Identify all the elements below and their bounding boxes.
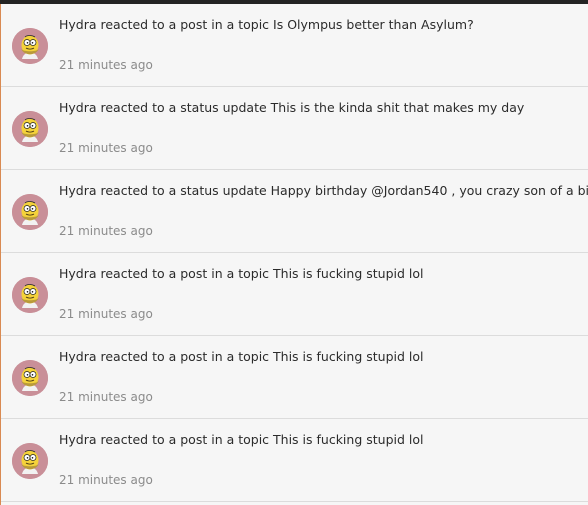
activity-time[interactable]: 21 minutes ago bbox=[59, 390, 153, 404]
activity-text: Hydra reacted to a post in a topic This … bbox=[59, 349, 424, 364]
homer-simpson-avatar-icon bbox=[12, 28, 48, 64]
list-item: Hydra reacted to a post in a topic This … bbox=[1, 336, 588, 419]
activity-time[interactable]: 21 minutes ago bbox=[59, 473, 153, 487]
activity-text: Hydra reacted to a post in a topic This … bbox=[59, 266, 424, 281]
homer-simpson-avatar-icon bbox=[12, 111, 48, 147]
list-item: Hydra reacted to a status update Happy b… bbox=[1, 170, 588, 253]
activity-text: Hydra reacted to a post in a topic Is Ol… bbox=[59, 17, 474, 32]
homer-simpson-avatar-icon bbox=[12, 194, 48, 230]
list-item: Hydra reacted to a post in a topic Is Ol… bbox=[1, 4, 588, 87]
activity-time[interactable]: 21 minutes ago bbox=[59, 224, 153, 238]
activity-time[interactable]: 21 minutes ago bbox=[59, 58, 153, 72]
avatar[interactable] bbox=[12, 360, 48, 396]
homer-simpson-avatar-icon bbox=[12, 277, 48, 313]
activity-time[interactable]: 21 minutes ago bbox=[59, 307, 153, 321]
activity-time[interactable]: 21 minutes ago bbox=[59, 141, 153, 155]
homer-simpson-avatar-icon bbox=[12, 443, 48, 479]
avatar[interactable] bbox=[12, 28, 48, 64]
avatar[interactable] bbox=[12, 194, 48, 230]
avatar[interactable] bbox=[12, 277, 48, 313]
list-item: Hydra reacted to a post in a topic This … bbox=[1, 253, 588, 336]
homer-simpson-avatar-icon bbox=[12, 360, 48, 396]
activity-text: Hydra reacted to a status update This is… bbox=[59, 100, 525, 115]
list-item: Hydra reacted to a post in a topic This … bbox=[1, 419, 588, 502]
avatar[interactable] bbox=[12, 443, 48, 479]
activity-feed: Hydra reacted to a post in a topic Is Ol… bbox=[0, 4, 588, 505]
activity-text: Hydra reacted to a post in a topic This … bbox=[59, 432, 424, 447]
activity-text: Hydra reacted to a status update Happy b… bbox=[59, 183, 588, 198]
avatar[interactable] bbox=[12, 111, 48, 147]
list-item: Hydra reacted to a status update This is… bbox=[1, 87, 588, 170]
